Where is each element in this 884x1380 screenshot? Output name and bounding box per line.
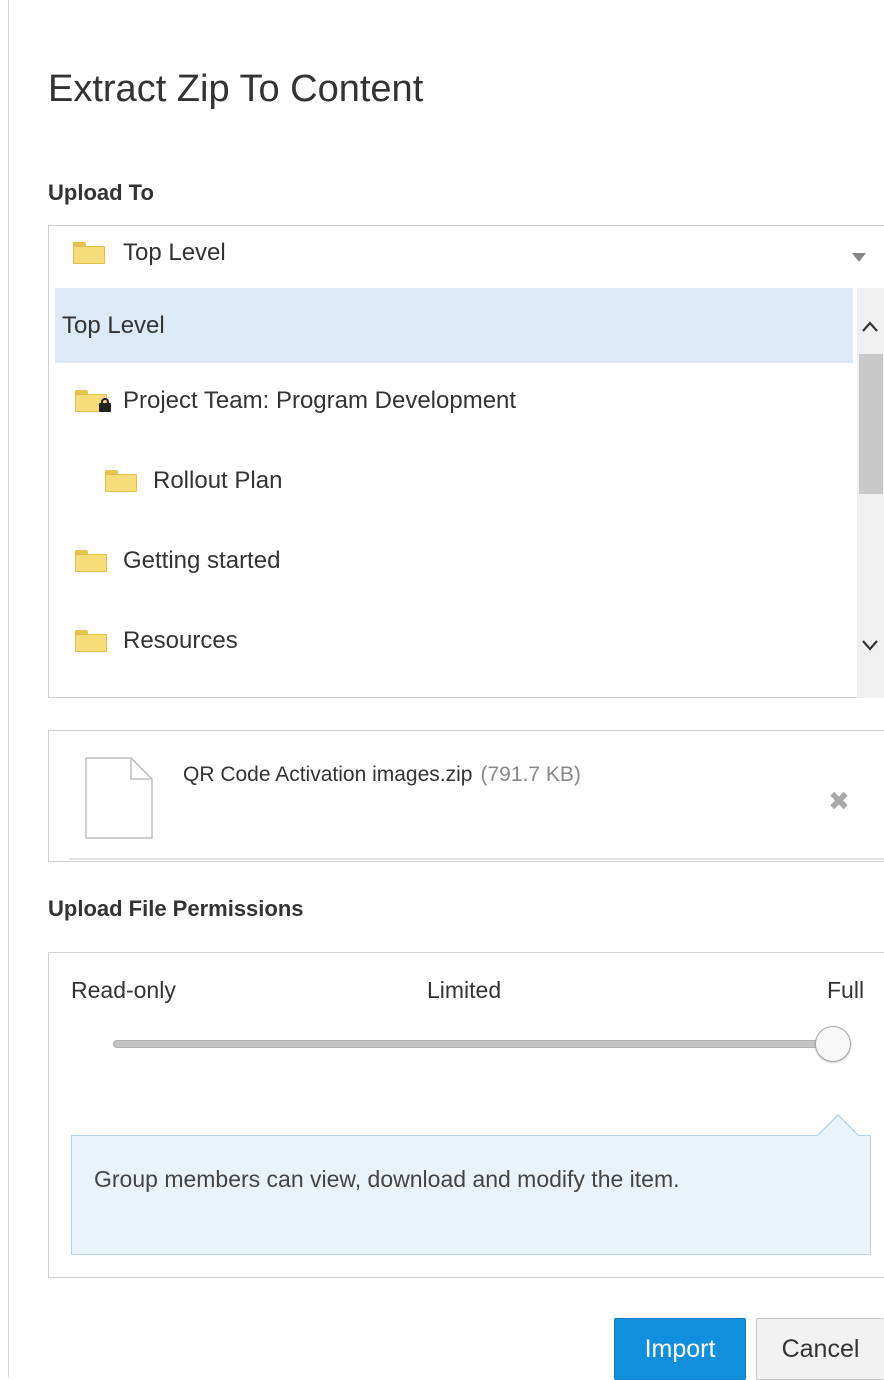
permission-description-box: Group members can view, download and mod… (71, 1114, 871, 1255)
file-icon (85, 757, 153, 839)
upload-file-item: QR Code Activation images.zip (791.7 KB) … (48, 730, 884, 862)
tree-item-resources[interactable]: Resources (55, 603, 853, 678)
import-button[interactable]: Import (614, 1318, 746, 1380)
upload-to-dropdown[interactable]: Top Level (48, 225, 884, 289)
upload-to-label: Upload To (48, 180, 154, 205)
tree-item-project-team[interactable]: Project Team: Program Development (55, 363, 853, 438)
divider (69, 858, 884, 860)
tree-item-label: Resources (123, 627, 238, 654)
permission-option-full[interactable]: Full (827, 977, 864, 1004)
permissions-label: Upload File Permissions (48, 896, 304, 921)
tree-item-label: Project Team: Program Development (123, 387, 517, 414)
permissions-panel: Read-only Limited Full Group members can… (48, 952, 884, 1278)
dialog-left-border (8, 0, 9, 1378)
tree-item-label: Getting started (123, 547, 281, 574)
folder-tree-list: Top Level Project Team: Program Developm… (48, 288, 884, 698)
locked-folder-icon (75, 390, 111, 412)
close-icon[interactable]: ✖ (827, 788, 851, 814)
file-name-text: QR Code Activation images.zip (183, 763, 473, 786)
lock-icon (99, 398, 111, 412)
tree-item-rollout-plan[interactable]: Rollout Plan (55, 443, 853, 518)
file-size: (791.7 KB) (480, 763, 581, 786)
dropdown-arrow-icon[interactable] (852, 253, 866, 262)
tree-item-getting-started[interactable]: Getting started (55, 523, 853, 598)
permission-option-read-only[interactable]: Read-only (71, 977, 176, 1004)
dropdown-selected-value: Top Level (123, 239, 226, 266)
dialog-title: Extract Zip To Content (48, 68, 424, 110)
permission-option-limited[interactable]: Limited (427, 977, 501, 1004)
permission-slider-track[interactable] (113, 1040, 831, 1048)
tree-item-top-level[interactable]: Top Level (55, 288, 853, 363)
scrollbar-thumb[interactable] (859, 354, 883, 494)
file-name: QR Code Activation images.zip (791.7 KB) (183, 763, 581, 787)
tree-scrollbar[interactable] (857, 288, 884, 698)
folder-icon (75, 630, 107, 652)
folder-icon (75, 550, 107, 572)
tree-item-label: Top Level (62, 312, 165, 339)
chevron-down-icon[interactable] (861, 636, 879, 654)
cancel-button[interactable]: Cancel (756, 1318, 884, 1380)
folder-icon (73, 242, 105, 264)
permission-slider-handle[interactable] (815, 1026, 851, 1062)
tooltip-pointer-fill (817, 1116, 859, 1137)
chevron-up-icon[interactable] (861, 318, 879, 336)
folder-icon (105, 470, 137, 492)
permission-description: Group members can view, download and mod… (94, 1166, 680, 1192)
tree-item-label: Rollout Plan (153, 467, 283, 494)
